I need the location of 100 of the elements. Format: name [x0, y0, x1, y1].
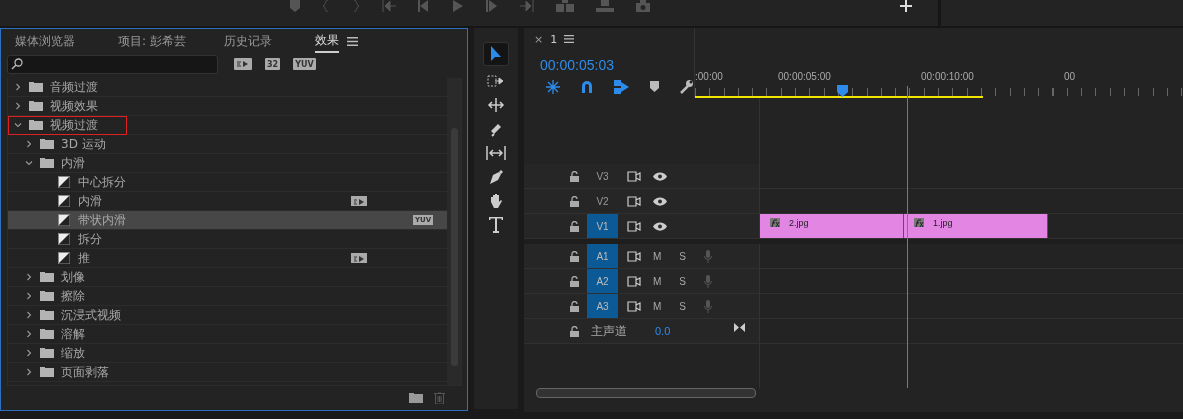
ruler-time-label: :00:00 [695, 71, 723, 84]
effects-tree-label: 页面剥落 [61, 363, 109, 381]
add-button-icon[interactable] [900, 0, 912, 12]
lock-icon[interactable] [570, 220, 579, 232]
nest-toggle-icon[interactable] [546, 79, 560, 94]
effects-tree-row[interactable]: 拆分 [8, 230, 447, 249]
wrench-icon[interactable] [679, 79, 694, 94]
mute-button[interactable]: M [653, 300, 662, 312]
chevron-right-icon[interactable] [25, 292, 33, 300]
sync-lock-icon[interactable] [627, 300, 641, 312]
effects-tree-row[interactable]: 视频效果 [8, 97, 447, 116]
chevron-right-icon[interactable] [25, 140, 33, 148]
effects-tree-row[interactable]: 页面剥落 [8, 363, 447, 382]
chevron-down-icon[interactable] [25, 159, 33, 167]
marker-icon[interactable] [290, 0, 300, 12]
sequence-tab[interactable]: 1 [550, 32, 558, 46]
yuv-effects-button[interactable]: YUV [293, 58, 316, 70]
track-target-button[interactable]: A1 [587, 244, 618, 268]
magnet-icon[interactable] [580, 79, 594, 94]
panel-tab[interactable]: 效果 [314, 29, 339, 53]
folder-icon [40, 348, 54, 358]
effects-tree-label: 3D 运动 [61, 135, 106, 153]
folder-icon [40, 139, 54, 149]
accelerated-effects-button[interactable] [234, 58, 252, 70]
solo-button[interactable]: S [679, 275, 686, 287]
effects-tree-row[interactable]: 音频过渡 [8, 78, 447, 97]
effects-tree-row[interactable]: 内滑 [8, 154, 447, 173]
lock-icon[interactable] [570, 275, 579, 287]
chevron-right-icon[interactable] [25, 368, 33, 376]
sync-lock-icon[interactable] [627, 195, 641, 207]
32-bit-effects-button[interactable]: 32 [265, 58, 281, 70]
hand-icon [488, 192, 504, 209]
horizontal-scrollbar[interactable] [536, 388, 756, 398]
panel-tab[interactable]: 媒体浏览器 [15, 29, 75, 53]
new-folder-icon[interactable] [409, 393, 423, 403]
transition-icon [58, 233, 70, 245]
slip-tool-button[interactable] [484, 143, 508, 162]
sync-lock-icon[interactable] [627, 220, 641, 232]
lock-icon[interactable] [570, 325, 579, 337]
mute-button[interactable]: M [653, 250, 662, 262]
effects-tree-row[interactable]: 推 [8, 249, 447, 268]
effects-tree-row[interactable]: 视频过渡 [8, 116, 447, 135]
panel-tab[interactable]: 项目: 彭希芸 [118, 29, 186, 53]
effects-tree-row[interactable]: 划像 [8, 268, 447, 287]
folder-icon [40, 329, 54, 339]
clip-name: 2.jpg [789, 218, 809, 228]
eye-icon[interactable] [653, 196, 667, 206]
video-clip[interactable]: 2.jpg [760, 214, 904, 238]
solo-button[interactable]: S [679, 300, 686, 312]
chevron-right-icon[interactable] [14, 102, 22, 110]
track-target-button[interactable]: V1 [587, 214, 618, 238]
track-target-button[interactable]: A3 [587, 294, 618, 318]
sync-lock-icon[interactable] [627, 275, 641, 287]
eye-icon[interactable] [653, 171, 667, 181]
marker-icon[interactable] [650, 81, 659, 92]
timecode[interactable]: 00:00:05:03 [540, 57, 694, 73]
video-clip[interactable]: 1.jpg [904, 214, 1048, 238]
search-field[interactable] [7, 54, 218, 74]
effects-tree-label: 拆分 [78, 230, 102, 248]
sync-lock-icon[interactable] [627, 170, 641, 182]
lock-icon[interactable] [570, 170, 579, 182]
track-target-button[interactable]: V3 [587, 164, 618, 188]
mute-button[interactable]: M [653, 275, 662, 287]
transition-icon [58, 195, 70, 207]
chevron-down-icon[interactable] [14, 121, 22, 129]
ruler-time-label: 00:00:05:00 [778, 71, 831, 84]
close-button[interactable]: × [534, 32, 544, 46]
folder-icon [40, 291, 54, 301]
playhead-handle-icon[interactable] [837, 85, 848, 97]
track-target-button[interactable]: V2 [587, 189, 618, 213]
lock-icon[interactable] [570, 195, 579, 207]
solo-button[interactable]: S [679, 250, 686, 262]
track-target-button[interactable]: A2 [587, 269, 618, 293]
lock-icon[interactable] [570, 250, 579, 262]
chevron-right-icon[interactable] [25, 311, 33, 319]
effects-tree-row[interactable]: 擦除 [8, 287, 447, 306]
chevron-right-icon[interactable] [14, 83, 22, 91]
selection-tool-button[interactable] [483, 42, 509, 66]
effects-tree-label: 缩放 [61, 344, 85, 362]
sync-lock-icon[interactable] [627, 250, 641, 262]
accelerated-badge-icon [351, 196, 367, 206]
effects-tree-row[interactable]: 沉浸式视频 [8, 306, 447, 325]
effects-tree-row[interactable]: 3D 运动 [8, 135, 447, 154]
chevron-right-icon[interactable] [25, 349, 33, 357]
clip-name: 1.jpg [933, 218, 953, 228]
effects-tree-label: 推 [78, 249, 90, 267]
effects-tree-row[interactable]: 缩放 [8, 344, 447, 363]
effects-tree-row[interactable]: 溶解 [8, 325, 447, 344]
chevron-right-icon[interactable] [25, 330, 33, 338]
panel-tab[interactable]: 历史记录 [223, 29, 272, 53]
effects-tree-label: 视频效果 [50, 97, 98, 115]
chevron-right-icon[interactable] [25, 273, 33, 281]
lock-icon[interactable] [570, 300, 579, 312]
menu-icon[interactable] [346, 36, 358, 46]
linked-selection-icon[interactable] [614, 79, 630, 94]
effects-tree-row[interactable]: 中心拆分 [8, 173, 447, 192]
eye-icon[interactable] [653, 221, 667, 231]
menu-icon[interactable] [564, 35, 575, 43]
bowtie-icon[interactable] [734, 322, 746, 332]
master-volume-value[interactable]: 0.0 [655, 325, 671, 337]
